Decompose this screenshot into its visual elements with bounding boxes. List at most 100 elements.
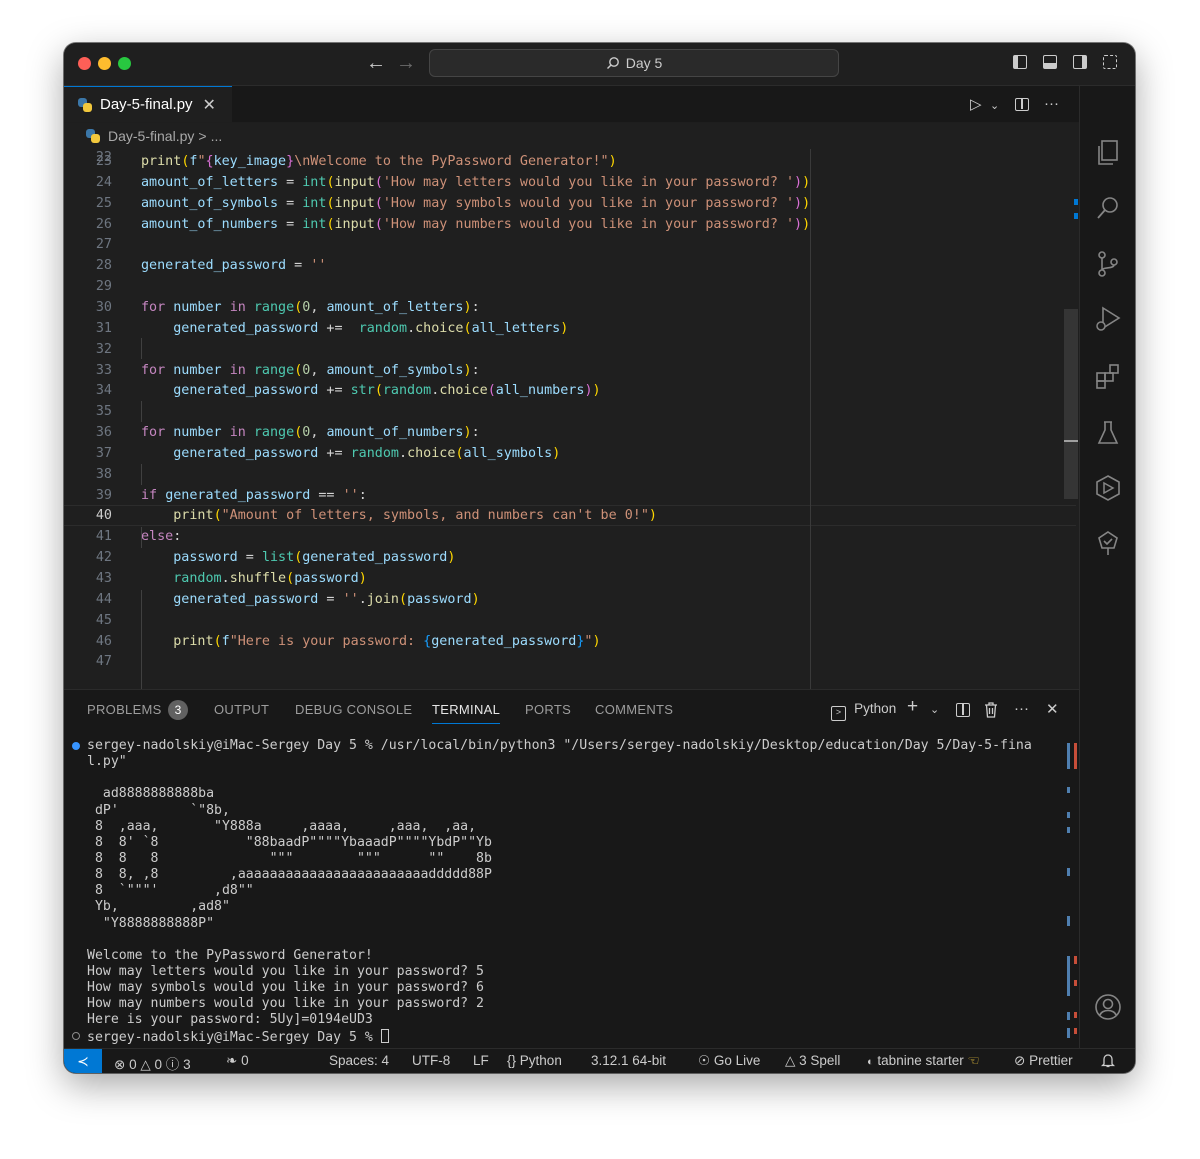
line-number: 46: [95, 633, 112, 649]
minimize-window-button[interactable]: [98, 57, 111, 70]
forward-arrow-icon[interactable]: →: [396, 52, 416, 75]
code-token: if: [141, 487, 158, 503]
encoding-status[interactable]: UTF-8: [412, 1053, 450, 1068]
code-line: 42 password = list(generated_password): [64, 547, 1076, 568]
problems-status[interactable]: ⊗ 0 △ 0 ⓘ 3: [114, 1053, 191, 1073]
tab-terminal[interactable]: TERMINAL: [432, 702, 501, 724]
tab-day-5-final[interactable]: Day-5-final.py ✕: [64, 86, 232, 122]
line-number: 23: [95, 154, 112, 169]
terminal-text: Welcome to the PyPassword Generator!: [87, 947, 373, 963]
code-token: input: [334, 216, 375, 232]
code-token: :: [471, 362, 480, 378]
command-center-search[interactable]: Day 5: [429, 49, 839, 77]
toggle-primary-sidebar-icon[interactable]: [1013, 55, 1027, 69]
code-token: ): [802, 174, 811, 190]
code-token: choice: [407, 445, 456, 461]
extensions-icon[interactable]: [1094, 362, 1122, 390]
tab-debug-console[interactable]: DEBUG CONSOLE: [295, 702, 412, 717]
more-actions-icon[interactable]: ···: [1044, 95, 1059, 112]
code-line: 29: [64, 276, 1076, 297]
spell-status[interactable]: △ 3 Spell: [785, 1053, 840, 1069]
run-python-file-icon[interactable]: ▷: [970, 95, 982, 113]
run-and-debug-icon[interactable]: [1094, 305, 1122, 333]
remote-indicator-icon[interactable]: ≺: [64, 1049, 102, 1073]
terminal-line: 8 8, ,8 ,aaaaaaaaaaaaaaaaaaaaaaaaddddd88…: [87, 867, 1057, 883]
code-line: 25 amount_of_symbols = int(input('How may…: [64, 193, 1076, 214]
search-icon[interactable]: [1094, 194, 1122, 222]
language-mode-status[interactable]: {} Python: [507, 1053, 562, 1068]
tab-problems[interactable]: PROBLEMS: [87, 702, 162, 717]
code-text: generated_password = '': [141, 255, 326, 276]
split-editor-icon[interactable]: [1015, 98, 1029, 111]
code-token: 'How may symbols would you like in your …: [382, 195, 795, 211]
tab-ports[interactable]: PORTS: [525, 702, 571, 717]
code-token: '': [342, 487, 359, 503]
code-token: generated_password: [165, 487, 311, 503]
code-token: generated_password: [173, 591, 319, 607]
terminal-scroll-marker: [1067, 868, 1070, 876]
trash-icon[interactable]: [984, 702, 998, 722]
terminal-output[interactable]: sergey-nadolskiy@iMac-Sergey Day 5 % /us…: [87, 738, 1057, 1045]
line-number: 27: [95, 237, 112, 253]
eol-status[interactable]: LF: [473, 1053, 489, 1068]
terminal-text: Here is your password: 5Uy]=0194eUD3: [87, 1012, 373, 1028]
terminal-line: How may symbols would you like in your p…: [87, 980, 1057, 996]
more-actions-icon[interactable]: ···: [1014, 700, 1029, 717]
code-text: generated_password = ''.join(password): [141, 589, 479, 610]
toggle-secondary-sidebar-icon[interactable]: [1073, 55, 1087, 69]
remote-explorer-icon[interactable]: [1094, 474, 1122, 502]
code-token: (: [374, 195, 383, 211]
terminal-scroll-marker: [1074, 743, 1077, 769]
tabnine-status[interactable]: ◐ tabnine starter ☜: [867, 1053, 980, 1069]
run-dropdown-chevron-icon[interactable]: ⌄: [990, 99, 999, 112]
prettier-status[interactable]: ⊘ Prettier: [1014, 1053, 1073, 1069]
toggle-panel-icon[interactable]: [1043, 55, 1057, 69]
broadcast-icon: ❧: [226, 1053, 238, 1068]
code-line: 22: [64, 137, 1076, 165]
terminal-text: 8 `"""' ,d8"": [87, 883, 254, 899]
terminal-line: How may letters would you like in your p…: [87, 964, 1057, 980]
line-number: 34: [95, 383, 112, 399]
code-token: =: [278, 174, 303, 190]
close-window-button[interactable]: [78, 57, 91, 70]
code-line: 35: [64, 401, 1076, 422]
new-terminal-plus-icon[interactable]: +: [907, 696, 918, 718]
terminal-scroll-marker: [1074, 980, 1077, 986]
status-bar: ≺ ⊗ 0 △ 0 ⓘ 3 ❧ 0 Spaces: 4 UTF-8 LF {} …: [64, 1048, 1135, 1073]
code-token: amount_of_letters: [326, 299, 464, 315]
prettier-disabled-icon: ⊘: [1014, 1053, 1026, 1068]
code-token: ): [463, 362, 472, 378]
customize-layout-icon[interactable]: [1103, 55, 1117, 69]
accounts-icon[interactable]: [1094, 993, 1122, 1021]
close-tab-icon[interactable]: ✕: [203, 95, 216, 115]
go-live-button[interactable]: ☉ Go Live: [698, 1053, 760, 1069]
terminal-dropdown-chevron-icon[interactable]: ⌄: [930, 703, 939, 716]
back-arrow-icon[interactable]: ←: [366, 52, 386, 75]
code-token: ): [560, 320, 569, 336]
testing-flask-icon[interactable]: [1094, 419, 1122, 447]
notifications-bell-icon[interactable]: [1100, 1053, 1116, 1071]
code-token: ): [802, 195, 811, 211]
code-line: 43 random.shuffle(password): [64, 568, 1076, 589]
indentation-status[interactable]: Spaces: 4: [329, 1053, 389, 1068]
source-control-icon[interactable]: [1094, 250, 1122, 278]
explorer-icon[interactable]: [1094, 139, 1122, 167]
tab-comments[interactable]: COMMENTS: [595, 702, 673, 717]
terminal-scroll-marker: [1067, 916, 1070, 926]
tab-output[interactable]: OUTPUT: [214, 702, 269, 717]
terminal-scroll-marker: [1074, 956, 1077, 964]
line-number: 40: [95, 508, 112, 524]
editor-scrollbar[interactable]: [1064, 309, 1078, 499]
title-bar: ← → Day 5: [64, 43, 1135, 86]
git-graph-icon[interactable]: [1094, 529, 1122, 557]
zoom-window-button[interactable]: [118, 57, 131, 70]
split-terminal-icon[interactable]: [956, 703, 970, 721]
interpreter-status[interactable]: 3.12.1 64-bit: [591, 1053, 666, 1068]
close-panel-icon[interactable]: ✕: [1046, 700, 1059, 718]
ports-status[interactable]: ❧ 0: [226, 1053, 249, 1069]
code-token: number: [173, 299, 222, 315]
code-editor[interactable]: 22 23 print(f"{key_image}\nWelcome to the…: [64, 149, 1079, 716]
terminal-profile-button[interactable]: > Python: [831, 700, 896, 721]
